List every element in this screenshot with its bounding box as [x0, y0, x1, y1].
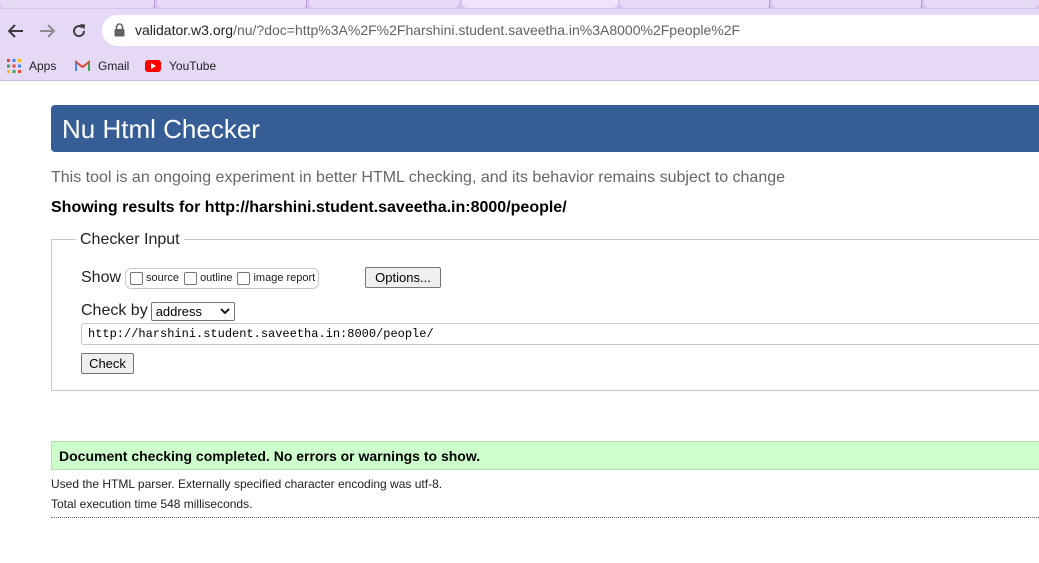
url-path: /nu/?doc=http%3A%2F%2Fharshini.student.s… [233, 22, 741, 38]
header-banner: Nu Html Checker [51, 105, 1039, 152]
source-option[interactable]: source [130, 271, 180, 285]
tab-strip [0, 0, 1039, 9]
page-title: Nu Html Checker [62, 114, 260, 144]
bookmark-gmail-label: Gmail [98, 59, 130, 73]
tab-2[interactable] [157, 0, 307, 8]
url-host: validator.w3.org [135, 22, 234, 38]
bookmark-apps-label: Apps [29, 59, 57, 73]
bookmarks-bar: Apps Gmail YouTube [0, 53, 1039, 81]
youtube-icon [145, 60, 161, 72]
reload-button[interactable] [66, 18, 92, 44]
image-report-option[interactable]: image report [237, 271, 316, 285]
address-bar[interactable]: validator.w3.org/nu/?doc=http%3A%2F%2Fha… [102, 15, 1039, 46]
execution-time: Total execution time 548 milliseconds. [51, 497, 253, 511]
check-by-selected-value: address [155, 303, 202, 319]
apps-grid-icon [7, 59, 21, 73]
image-report-option-label: image report [253, 272, 316, 284]
checker-input-legend: Checker Input [76, 231, 184, 249]
check-by-row: Check by address [81, 301, 235, 321]
checked-url-link[interactable]: http://harshini.student.saveetha.in:8000… [205, 199, 567, 216]
bookmark-apps[interactable]: Apps [7, 54, 56, 78]
check-by-label: Check by [81, 302, 148, 319]
options-button[interactable]: Options... [365, 267, 441, 288]
lock-icon[interactable] [114, 23, 125, 37]
source-checkbox[interactable] [130, 271, 144, 285]
bookmark-youtube-label: YouTube [169, 59, 217, 73]
back-button[interactable] [3, 18, 29, 44]
checker-input-fieldset: Checker Input Show source outline image … [51, 231, 1039, 391]
show-options-row: Show source outline image report [81, 267, 320, 289]
showing-results-heading: Showing results for http://harshini.stud… [51, 199, 567, 217]
bookmark-youtube[interactable]: YouTube [145, 54, 216, 78]
gmail-icon [75, 60, 90, 71]
showing-results-prefix: Showing results for [51, 199, 205, 216]
document-url-input[interactable]: http://harshini.student.saveetha.in:8000… [81, 323, 1039, 345]
show-label: Show [81, 269, 122, 286]
browser-toolbar: validator.w3.org/nu/?doc=http%3A%2F%2Fha… [0, 9, 1039, 53]
reload-icon [73, 24, 86, 38]
tab-validator-active[interactable] [462, 0, 618, 8]
outline-option-label: outline [200, 272, 233, 284]
show-options-group: source outline image report [125, 267, 320, 289]
image-report-checkbox[interactable] [237, 271, 251, 285]
outline-checkbox[interactable] [184, 271, 198, 285]
forward-arrow-icon [40, 24, 55, 38]
tab-7[interactable] [924, 0, 1039, 8]
tab-5[interactable] [620, 0, 770, 8]
tab-3[interactable] [309, 0, 459, 8]
forward-button[interactable] [34, 18, 60, 44]
url-text[interactable]: validator.w3.org/nu/?doc=http%3A%2F%2Fha… [135, 22, 740, 38]
chevron-down-icon [220, 307, 230, 314]
source-option-label: source [146, 272, 180, 284]
check-button[interactable]: Check [81, 353, 134, 374]
success-message: Document checking completed. No errors o… [51, 441, 1039, 470]
tab-6[interactable] [772, 0, 922, 8]
outline-option[interactable]: outline [184, 271, 233, 285]
back-arrow-icon [8, 24, 23, 38]
parser-info: Used the HTML parser. Externally specifi… [51, 477, 443, 491]
results-divider [51, 517, 1039, 518]
bookmark-gmail[interactable]: Gmail [75, 54, 129, 78]
check-by-select[interactable]: address [150, 301, 235, 321]
page-content: Nu Html Checker This tool is an ongoing … [0, 82, 1039, 563]
intro-text: This tool is an ongoing experiment in be… [51, 169, 786, 186]
tab-whatsapp[interactable] [0, 0, 155, 8]
